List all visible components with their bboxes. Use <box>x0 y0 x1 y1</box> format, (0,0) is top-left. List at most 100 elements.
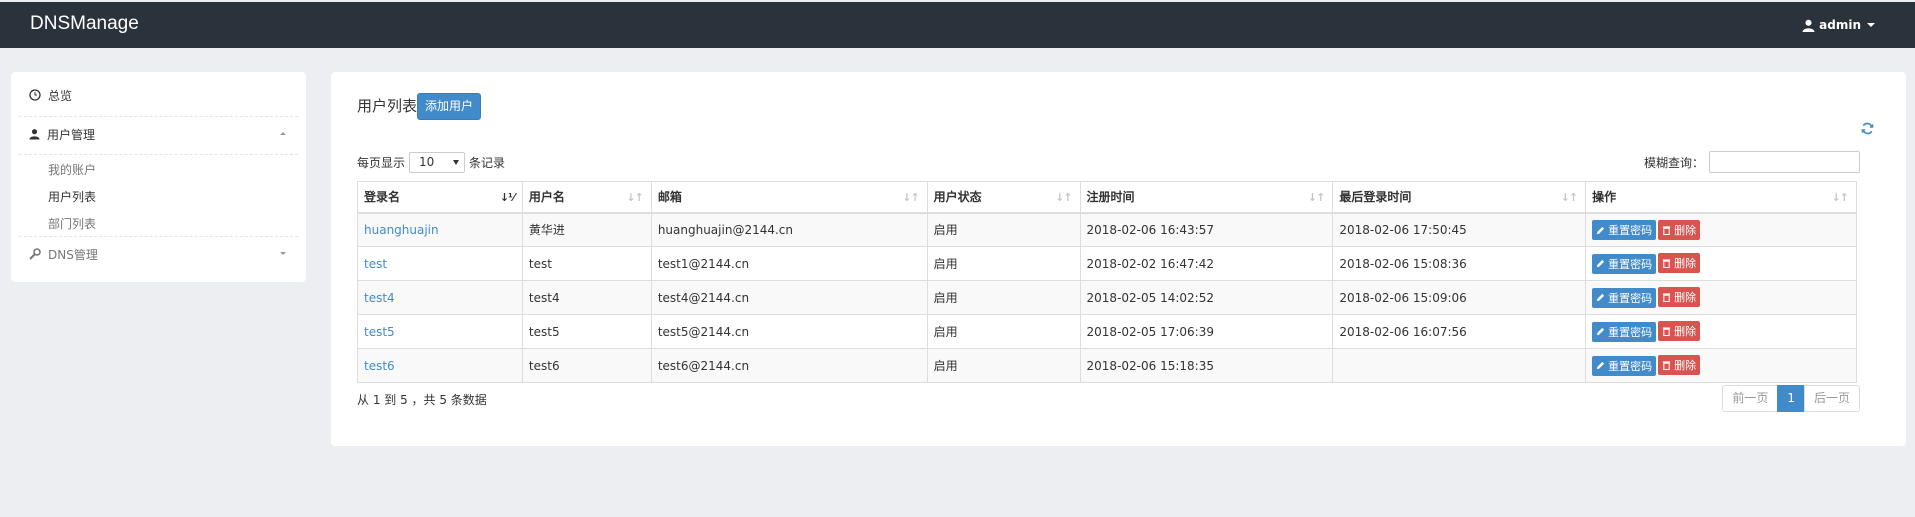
cell-email: test1@2144.cn <box>650 246 928 281</box>
page-title: 用户列表 <box>357 97 418 115</box>
table-row: test5 test5 test5@2144.cn 启用 2018-02-05 17:0… <box>357 314 1857 349</box>
cell-registered: 2018-02-05 14:02:52 <box>1079 280 1334 315</box>
chevron-up-icon <box>280 132 286 135</box>
login-link[interactable]: test4 <box>364 291 395 305</box>
delete-button[interactable]: 删除 <box>1658 219 1701 240</box>
pencil-icon <box>1597 226 1605 234</box>
app-brand[interactable]: DNSManage <box>30 13 139 35</box>
cell-status: 启用 <box>926 348 1081 383</box>
trash-icon <box>1663 361 1671 371</box>
sort-asc-icon: ↓⅟ <box>499 191 515 204</box>
add-user-button[interactable]: 添加用户 <box>417 93 482 120</box>
delete-button[interactable]: 删除 <box>1658 355 1701 376</box>
header-label: 用户状态 <box>933 190 982 205</box>
user-table: 登录名 ↓⅟ 用户名 ↓↑ 邮箱 ↓↑ 用户状态 ↓↑ 注册时间 ↓↑ 最后登录时间 ↓↑ … <box>357 181 1857 383</box>
sidebar-subitem-user-list[interactable]: 用户列表 <box>48 188 96 205</box>
reset-label: 重置密码 <box>1608 359 1653 373</box>
page-length-control: 每页显示 10 条记录 <box>357 152 505 173</box>
user-icon <box>29 129 40 140</box>
sidebar-item-dns-mgmt[interactable]: DNS管理 <box>11 235 306 273</box>
table-info: 从 1 到 5 ，共 5 条数据 <box>357 393 487 407</box>
filter-label: 模糊查询： <box>1643 155 1704 170</box>
table-row: test6 test6 test6@2144.cn 启用 2018-02-06 15:1… <box>357 348 1857 383</box>
cell-actions: 重置密码 删除 <box>1585 314 1857 349</box>
trash-icon <box>1663 327 1671 337</box>
delete-label: 删除 <box>1674 291 1697 305</box>
cell-name: 黄华进 <box>521 212 652 247</box>
search-filter: 模糊查询： <box>1644 151 1860 173</box>
cell-registered: 2018-02-06 16:43:57 <box>1079 212 1334 247</box>
length-prefix: 每页显示 <box>357 156 406 170</box>
login-link[interactable]: test <box>364 257 387 271</box>
header-label: 最后登录时间 <box>1339 190 1412 205</box>
sort-icon: ↓↑ <box>1560 191 1578 204</box>
trash-icon <box>1663 293 1671 303</box>
sidebar-subitem-my-account[interactable]: 我的账户 <box>48 161 96 178</box>
top-navbar: DNSManage admin <box>0 2 1915 48</box>
refresh-icon[interactable] <box>1861 122 1874 135</box>
table-row: test test test1@2144.cn 启用 2018-02-02 16:47:… <box>357 246 1857 281</box>
sort-icon: ↓↑ <box>902 191 919 204</box>
sort-icon: ↓↑ <box>1055 191 1072 204</box>
cell-last-login: 2018-02-06 17:50:45 <box>1332 212 1587 247</box>
cell-email: test5@2144.cn <box>650 314 928 349</box>
trash-icon <box>1663 259 1671 269</box>
sidebar-item-label: DNS管理 <box>48 247 98 262</box>
header-label: 登录名 <box>364 190 401 205</box>
reset-password-button[interactable]: 重置密码 <box>1592 220 1657 240</box>
prev-page-button[interactable]: 前一页 <box>1722 385 1779 412</box>
cell-registered: 2018-02-06 15:18:35 <box>1079 348 1334 383</box>
search-input[interactable] <box>1709 151 1860 173</box>
reset-password-button[interactable]: 重置密码 <box>1592 287 1657 308</box>
column-header-name[interactable]: 用户名 ↓↑ <box>521 181 652 214</box>
column-header-actions[interactable]: 操作 ↓↑ <box>1585 181 1857 214</box>
user-icon <box>1802 19 1815 32</box>
page-button-1[interactable]: 1 <box>1777 385 1805 412</box>
sidebar-subitem-dept-list[interactable]: 部门列表 <box>48 215 96 232</box>
column-header-login[interactable]: 登录名 ↓⅟ <box>357 181 523 214</box>
delete-button[interactable]: 删除 <box>1658 287 1701 308</box>
wrench-icon <box>29 248 41 260</box>
trash-icon <box>1663 225 1671 235</box>
cell-status: 启用 <box>926 280 1081 315</box>
sidebar-item-user-mgmt[interactable]: 用户管理 <box>11 115 306 153</box>
column-header-registered[interactable]: 注册时间 ↓↑ <box>1079 181 1334 214</box>
dropdown-arrow-icon <box>453 160 460 165</box>
chevron-down-icon <box>280 252 286 255</box>
cell-email: test4@2144.cn <box>650 280 928 315</box>
user-menu[interactable]: admin <box>1802 18 1875 32</box>
cell-actions: 重置密码 删除 <box>1585 212 1857 247</box>
delete-label: 删除 <box>1674 359 1697 373</box>
cell-registered: 2018-02-05 17:06:39 <box>1079 314 1334 349</box>
column-header-last-login[interactable]: 最后登录时间 ↓↑ <box>1332 181 1587 214</box>
reset-password-button[interactable]: 重置密码 <box>1592 355 1657 376</box>
cell-login: test5 <box>357 314 523 349</box>
login-link[interactable]: huanghuajin <box>364 223 439 237</box>
cell-actions: 重置密码 删除 <box>1585 348 1857 383</box>
column-header-status[interactable]: 用户状态 ↓↑ <box>926 181 1081 214</box>
cell-last-login: 2018-02-06 16:07:56 <box>1332 314 1587 349</box>
column-header-email[interactable]: 邮箱 ↓↑ <box>650 181 928 214</box>
cell-email: test6@2144.cn <box>650 348 928 383</box>
reset-label: 重置密码 <box>1608 257 1653 271</box>
delete-button[interactable]: 删除 <box>1658 253 1701 274</box>
cell-name: test4 <box>521 280 652 315</box>
reset-label: 重置密码 <box>1608 325 1653 339</box>
reset-password-button[interactable]: 重置密码 <box>1592 253 1657 274</box>
delete-button[interactable]: 删除 <box>1658 321 1701 342</box>
next-page-button[interactable]: 后一页 <box>1803 385 1860 412</box>
pencil-icon <box>1597 328 1605 336</box>
login-link[interactable]: test6 <box>364 359 395 373</box>
cell-last-login: 2018-02-06 15:09:06 <box>1332 280 1587 315</box>
cell-registered: 2018-02-02 16:47:42 <box>1079 246 1334 281</box>
length-suffix: 条记录 <box>469 156 506 170</box>
cell-name: test5 <box>521 314 652 349</box>
login-link[interactable]: test5 <box>364 325 395 339</box>
cell-status: 启用 <box>926 314 1081 349</box>
sidebar-item-overview[interactable]: 总览 <box>11 76 306 114</box>
reset-password-button[interactable]: 重置密码 <box>1592 321 1657 342</box>
clock-icon <box>29 89 41 101</box>
page-length-select[interactable]: 10 <box>409 152 466 173</box>
sort-icon: ↓↑ <box>1831 191 1849 204</box>
cell-login: test <box>357 246 523 281</box>
